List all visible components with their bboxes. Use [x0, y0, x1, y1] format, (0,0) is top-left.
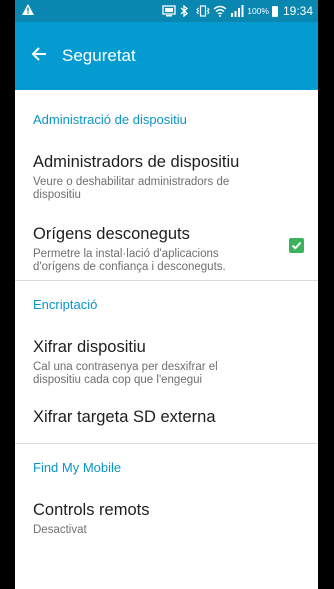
section-header-device-admin: Administració de dispositiu: [33, 111, 187, 127]
list-item-unknown-sources[interactable]: Orígens desconeguts Permetre la instal·l…: [15, 224, 318, 288]
app-bar: Seguretat: [15, 22, 318, 90]
battery-percent: 100%: [247, 6, 269, 16]
list-item-remote-controls[interactable]: Controls remots Desactivat: [15, 500, 318, 540]
item-subtitle: Veure o deshabilitar administradors de d…: [33, 176, 230, 201]
vibrate-icon: [196, 5, 210, 17]
item-subtitle: Permetre la instal·lació d'aplicacions d…: [33, 248, 226, 273]
item-title: Xifrar dispositiu: [33, 338, 146, 356]
wifi-icon: [213, 5, 227, 17]
section-header-find-my-mobile: Find My Mobile: [33, 459, 122, 475]
bluetooth-icon: [179, 4, 193, 18]
phone-screen: 100% 19:34 Seguretat Administració de di…: [15, 0, 318, 589]
settings-list: Administració de dispositiu Administrado…: [15, 90, 318, 540]
list-item-encrypt-sd-card[interactable]: Xifrar targeta SD externa: [15, 407, 318, 437]
item-title: Xifrar targeta SD externa: [33, 408, 216, 426]
list-item-encrypt-device[interactable]: Xifrar dispositiu Cal una contrasenya pe…: [15, 337, 318, 386]
item-subtitle: Cal una contrasenya per desxifrar el dis…: [33, 361, 218, 386]
warning-icon: [22, 4, 34, 18]
page-title: Seguretat: [62, 46, 136, 65]
list-item-device-administrators[interactable]: Administradors de dispositiu Veure o des…: [15, 152, 318, 201]
clock: 19:34: [282, 4, 313, 18]
section-divider: [15, 443, 318, 444]
back-button[interactable]: [17, 32, 61, 80]
check-icon: [291, 241, 302, 250]
battery-icon: [271, 5, 278, 17]
signal-icon: [230, 5, 244, 17]
status-bar: 100% 19:34: [15, 0, 318, 22]
unknown-sources-checkbox[interactable]: [289, 238, 304, 253]
screen-mirroring-icon: [162, 5, 176, 17]
arrow-back-icon: [31, 46, 47, 67]
item-title: Administradors de dispositiu: [33, 153, 240, 171]
item-subtitle: Desactivat: [33, 524, 87, 536]
item-title: Orígens desconeguts: [33, 225, 190, 243]
item-title: Controls remots: [33, 501, 150, 519]
section-header-encryption: Encriptació: [33, 296, 98, 312]
